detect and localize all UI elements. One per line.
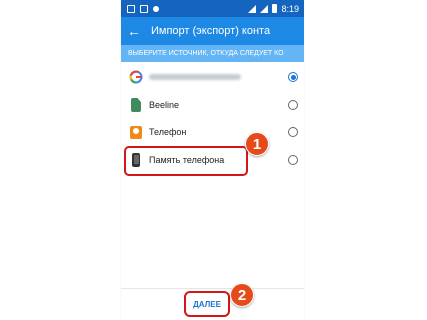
source-row-beeline[interactable]: Beeline: [121, 92, 304, 118]
radio-phone[interactable]: [288, 127, 298, 137]
section-header: ВЫБЕРИТЕ ИСТОЧНИК, ОТКУДА СЛЕДУЕТ КО: [121, 45, 304, 62]
image-icon: [127, 4, 135, 13]
signal-icon: [260, 4, 269, 13]
radio-beeline[interactable]: [288, 100, 298, 110]
footer-divider: [121, 288, 304, 289]
source-row-phone[interactable]: Телефон: [121, 119, 304, 145]
account-email-blurred: [149, 74, 241, 80]
next-button[interactable]: ДАЛЕЕ: [187, 294, 227, 314]
notification-dot-icon: [153, 5, 159, 12]
status-bar: 8:19: [121, 0, 304, 17]
sim-card-icon: [129, 97, 143, 113]
arrow-left-icon[interactable]: ←: [121, 17, 151, 45]
annotation-step-2: 2: [230, 283, 254, 307]
source-label: Телефон: [149, 127, 187, 137]
app-bar: ← Импорт (экспорт) конта: [121, 17, 304, 45]
page-title: Импорт (экспорт) конта: [151, 25, 271, 37]
source-label: Beeline: [149, 100, 180, 110]
status-time: 8:19: [281, 3, 299, 14]
annotation-highlight-phone-memory: [124, 146, 248, 176]
wifi-icon: [248, 4, 257, 13]
radio-google[interactable]: [288, 72, 298, 82]
radio-phone-memory[interactable]: [288, 155, 298, 165]
battery-icon: [272, 4, 278, 13]
contact-icon: [129, 124, 143, 140]
source-row-google[interactable]: [121, 64, 304, 90]
google-mini-icon: [140, 4, 148, 13]
annotation-step-1: 1: [245, 132, 269, 156]
google-icon: [129, 69, 143, 85]
